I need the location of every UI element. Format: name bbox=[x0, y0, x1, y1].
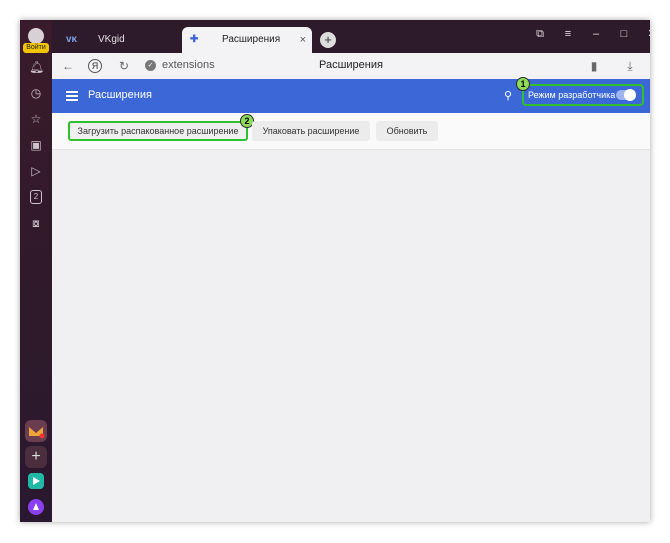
download-icon[interactable]: ⤓ bbox=[622, 58, 638, 74]
developer-mode-label: Режим разработчика bbox=[528, 90, 616, 100]
star-icon[interactable]: ☆ bbox=[29, 112, 43, 126]
play-icon[interactable]: ▷ bbox=[29, 164, 43, 178]
toggle-switch[interactable] bbox=[616, 89, 636, 101]
tab-strip: ᴠᴋ VKgid ✚ Расширения × + ⧉ ≡ – □ ✕ bbox=[52, 20, 650, 53]
header-title: Расширения bbox=[88, 89, 152, 101]
clock-icon[interactable]: ◷ bbox=[29, 86, 43, 100]
new-tab-button[interactable]: + bbox=[320, 32, 336, 48]
avatar[interactable] bbox=[28, 28, 44, 44]
extensions-content-area bbox=[52, 150, 650, 522]
collections-icon[interactable]: ▣ bbox=[29, 138, 43, 152]
tab-extensions[interactable]: ✚ Расширения × bbox=[182, 27, 312, 53]
extensions-header: Расширения ⚲ Режим разработчика 1 bbox=[52, 77, 650, 113]
action-bar: Загрузить распакованное расширение 2 Упа… bbox=[52, 113, 650, 150]
page-title: Расширения bbox=[319, 59, 383, 71]
address-bar: ← Я ↻ ✓ extensions Расширения ▮ ⤓ bbox=[52, 53, 650, 80]
toggle-knob bbox=[624, 89, 636, 101]
store-icon[interactable] bbox=[25, 470, 47, 492]
callout-badge-1: 1 bbox=[516, 77, 530, 91]
developer-mode-toggle[interactable]: Режим разработчика bbox=[522, 84, 644, 106]
bell-icon[interactable]: 🔔︎ bbox=[29, 60, 44, 74]
left-sidebar: Войти 🔔︎ ◷ ☆ ▣ ▷ 2 ⧇ + bbox=[20, 20, 52, 522]
load-unpacked-button[interactable]: Загрузить распакованное расширение bbox=[68, 121, 248, 141]
update-button[interactable]: Обновить bbox=[376, 121, 438, 141]
add-service-icon[interactable]: + bbox=[25, 446, 47, 468]
hamburger-icon[interactable] bbox=[66, 91, 78, 101]
mail-icon[interactable] bbox=[25, 420, 47, 442]
tab-vkgid[interactable]: ᴠᴋ VKgid bbox=[58, 27, 178, 53]
tab-label: VKgid bbox=[98, 34, 125, 45]
maximize-icon[interactable]: □ bbox=[616, 26, 632, 42]
close-window-icon[interactable]: ✕ bbox=[644, 26, 650, 42]
counter-icon[interactable]: 2 bbox=[30, 190, 42, 204]
menu-icon[interactable]: ≡ bbox=[560, 26, 576, 42]
close-tab-icon[interactable]: × bbox=[300, 27, 306, 53]
vk-icon: ᴠᴋ bbox=[66, 34, 78, 45]
minimize-icon[interactable]: – bbox=[588, 26, 604, 42]
browser-window: Войти 🔔︎ ◷ ☆ ▣ ▷ 2 ⧇ + ᴠᴋ VKgid ✚ Расшир… bbox=[20, 20, 650, 522]
tab-label: Расширения bbox=[222, 34, 281, 45]
puzzle-icon: ✚ bbox=[190, 34, 199, 45]
screenshot-icon[interactable]: ⧇ bbox=[29, 216, 43, 230]
search-icon[interactable]: ⚲ bbox=[504, 89, 516, 102]
alice-icon[interactable] bbox=[25, 496, 47, 518]
login-button[interactable]: Войти bbox=[23, 43, 49, 53]
bookmark-icon[interactable]: ▮ bbox=[586, 58, 602, 74]
pack-extension-button[interactable]: Упаковать расширение bbox=[252, 121, 370, 141]
tabs-overview-icon[interactable]: ⧉ bbox=[532, 26, 548, 42]
